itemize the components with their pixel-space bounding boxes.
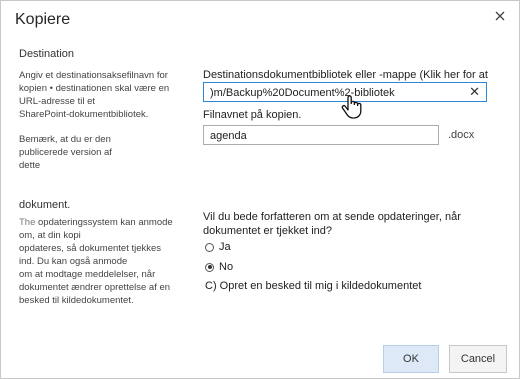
dialog-title: Kopiere	[15, 11, 71, 28]
alert-option[interactable]: C) Opret en besked til mig i kildedokume…	[205, 280, 421, 292]
option-yes-label: Ja	[219, 241, 231, 253]
radio-yes[interactable]	[205, 242, 214, 252]
hand-cursor-icon	[339, 93, 367, 126]
update-question: Vil du bede forfatteren om at sende opda…	[203, 211, 461, 237]
filename-input[interactable]: agenda	[203, 125, 439, 145]
update-description-prefix: The	[19, 217, 36, 228]
filename-value: agenda	[210, 130, 247, 142]
published-version-note: Bemærk, at du er den publicerede version…	[19, 134, 112, 171]
radio-no[interactable]	[205, 262, 214, 272]
close-icon[interactable]	[491, 7, 509, 25]
update-section-title: dokument.	[19, 199, 71, 211]
copy-dialog: Kopiere Destination Angiv et destination…	[0, 0, 520, 379]
filename-extension: .docx	[448, 129, 475, 141]
update-description: The opdateringssystem kan anmode om, at …	[19, 216, 177, 307]
option-yes[interactable]: Ja	[205, 241, 231, 253]
destination-section-title: Destination	[19, 48, 75, 60]
destination-description: Angiv et destinationsaksefilnavn for kop…	[19, 70, 170, 120]
update-description-text: opdateringssystem kan anmode om, at din …	[19, 217, 173, 306]
ok-button[interactable]: OK	[383, 345, 439, 373]
option-no-label: No	[219, 261, 234, 273]
filename-label: Filnavnet på kopien.	[203, 109, 302, 121]
option-no[interactable]: No	[205, 261, 233, 273]
cancel-button[interactable]: Cancel	[449, 345, 507, 373]
clear-icon[interactable]: ✕	[469, 85, 480, 99]
